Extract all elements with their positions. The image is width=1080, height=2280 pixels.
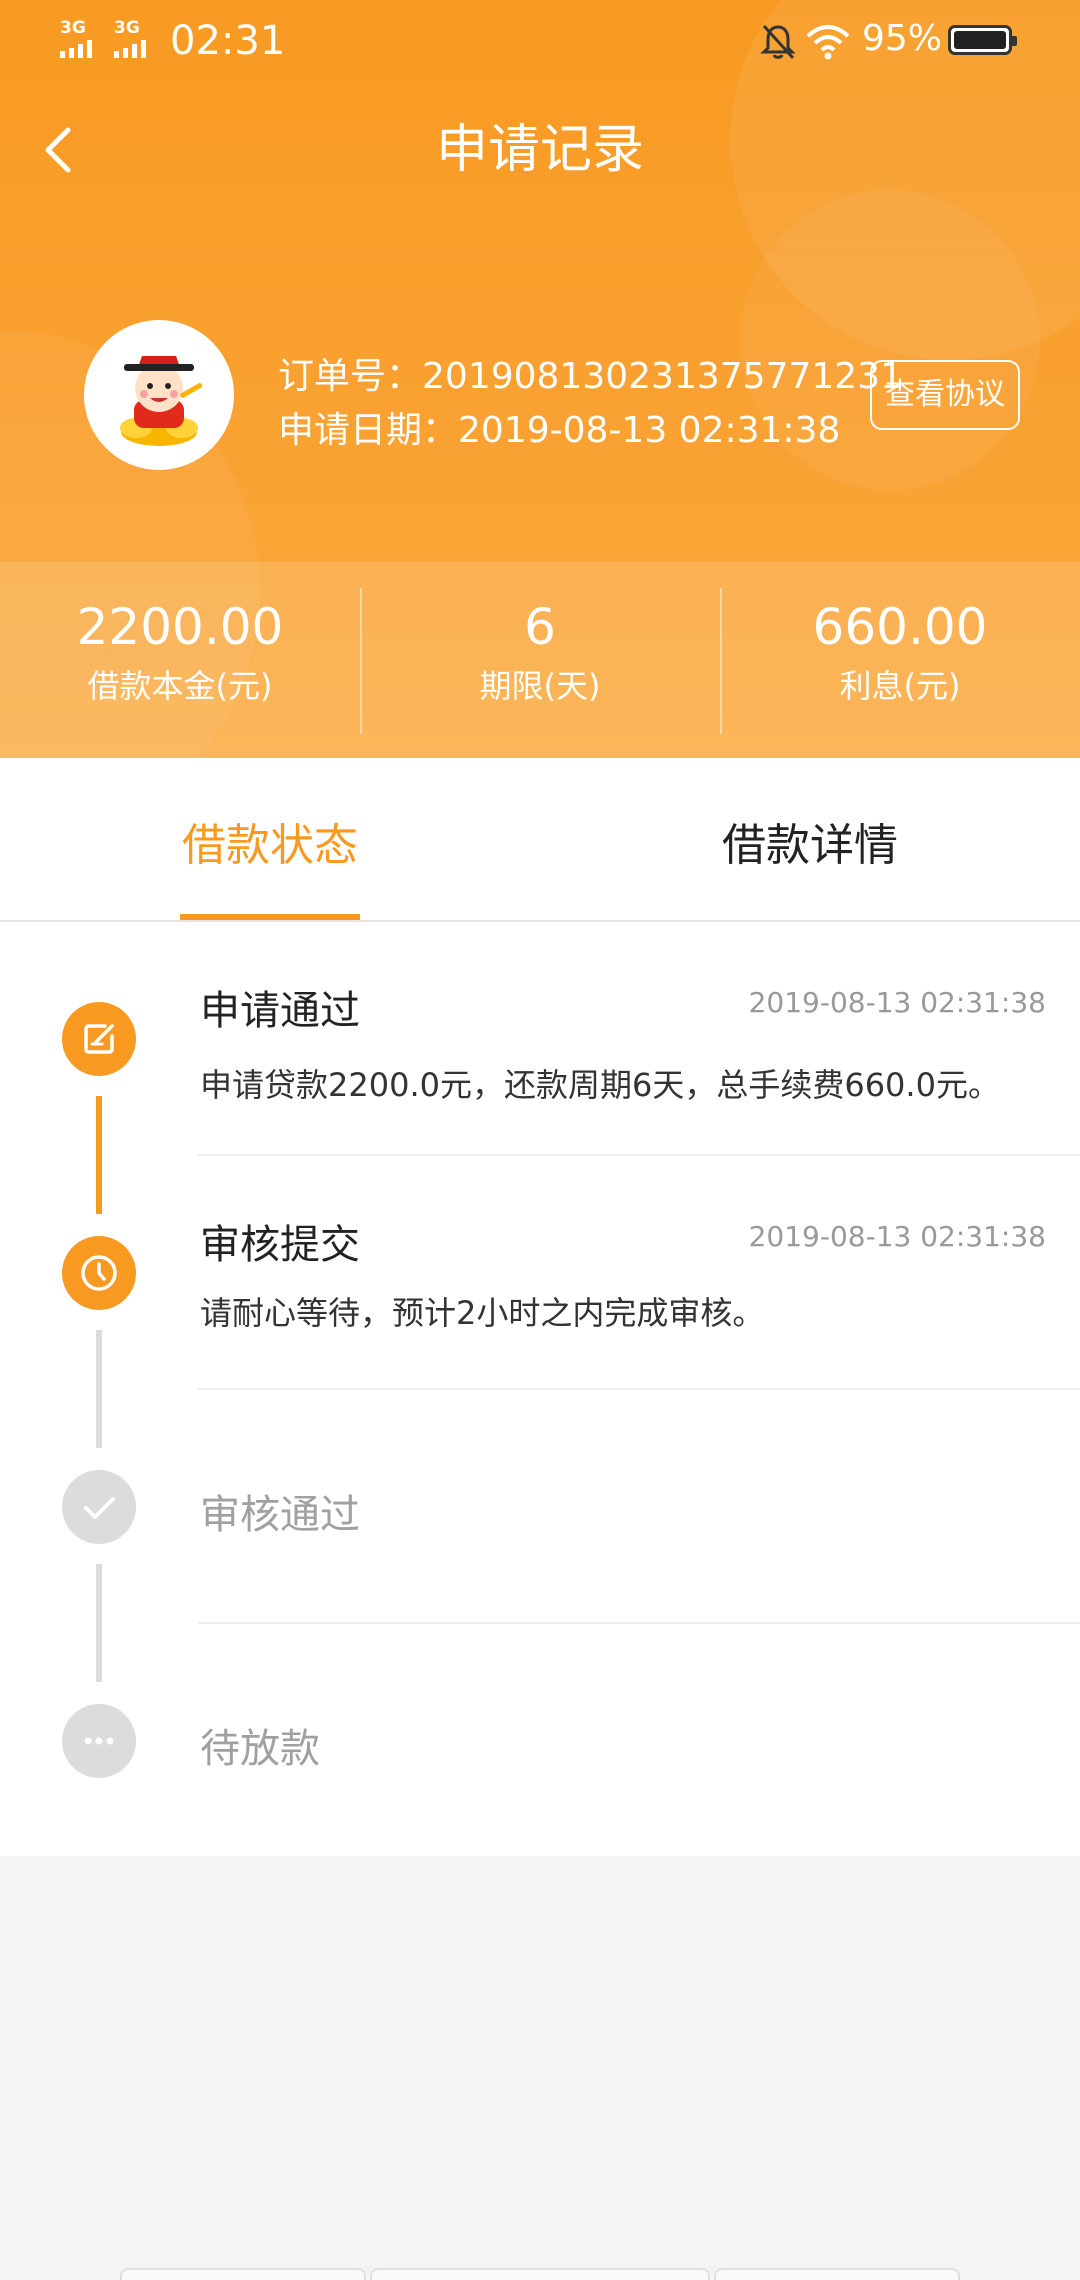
stat-label: 利息(元) [839,667,961,705]
tab-indicator [180,914,360,920]
step-title: 审核提交 [200,1222,360,1268]
order-number-label: 订单号： [278,356,423,397]
edit-icon [62,1002,136,1076]
stat-interest: 660.00 利息(元) [720,562,1080,758]
timeline-step: 审核通过 [0,1390,1080,1624]
status-timeline: 申请通过 2019-08-13 02:31:38 申请贷款2200.0元，还款周… [0,922,1080,1856]
check-icon [62,1470,136,1544]
order-info: 订单号：201908130231375771231 申请日期：2019-08-1… [278,350,903,458]
order-number: 201908130231375771231 [422,356,904,397]
step-title: 待放款 [200,1726,320,1772]
clock: 02:31 [170,18,286,64]
timeline-step: 审核提交 2019-08-13 02:31:38 请耐心等待，预计2小时之内完成… [0,1156,1080,1390]
bottom-tab-edge [120,2268,366,2280]
step-time: 2019-08-13 02:31:38 [748,1220,1046,1253]
tab-loan-status[interactable]: 借款状态 [70,758,470,922]
order-number-row: 订单号：201908130231375771231 [278,350,903,404]
step-description: 申请贷款2200.0元，还款周期6天，总手续费660.0元。 [200,1066,1000,1104]
step-description: 请耐心等待，预计2小时之内完成审核。 [200,1294,765,1332]
apply-date-row: 申请日期：2019-08-13 02:31:38 [278,404,903,458]
avatar [84,320,234,470]
apply-date-label: 申请日期： [278,410,459,451]
stat-value: 2200.00 [76,598,284,656]
mute-bell-icon [760,24,796,60]
more-dots-icon [62,1704,136,1778]
bottom-tab-edge [714,2268,960,2280]
step-title: 申请通过 [200,988,360,1034]
battery-icon [948,25,1017,55]
timeline-step: 申请通过 2019-08-13 02:31:38 申请贷款2200.0元，还款周… [0,922,1080,1156]
stat-value: 6 [524,598,556,656]
clock-icon [62,1236,136,1310]
apply-date: 2019-08-13 02:31:38 [458,410,841,451]
stat-value: 660.00 [812,598,988,656]
view-agreement-button[interactable]: 查看协议 [870,360,1020,430]
step-time: 2019-08-13 02:31:38 [748,986,1046,1019]
battery-percent: 95% [862,18,943,59]
status-bar: 3G 3G 02:31 95% [0,0,1080,86]
loan-summary: 2200.00 借款本金(元) 6 期限(天) 660.00 利息(元) [0,562,1080,758]
tab-bar: 借款状态 借款详情 [0,758,1080,922]
stat-principal: 2200.00 借款本金(元) [0,562,360,758]
bottom-tab-edge [370,2268,710,2280]
stat-label: 借款本金(元) [87,667,273,705]
tab-loan-details[interactable]: 借款详情 [610,758,1010,922]
stat-term: 6 期限(天) [360,562,720,758]
stat-label: 期限(天) [479,667,601,705]
page-title: 申请记录 [435,120,644,180]
step-title: 审核通过 [200,1492,360,1538]
wifi-icon [806,25,850,60]
header-banner: 3G 3G 02:31 95% 申请记录 订单号：201908130231375… [0,0,1080,758]
mascot-avatar-icon [84,320,234,470]
timeline-step: 待放款 [0,1624,1080,1856]
